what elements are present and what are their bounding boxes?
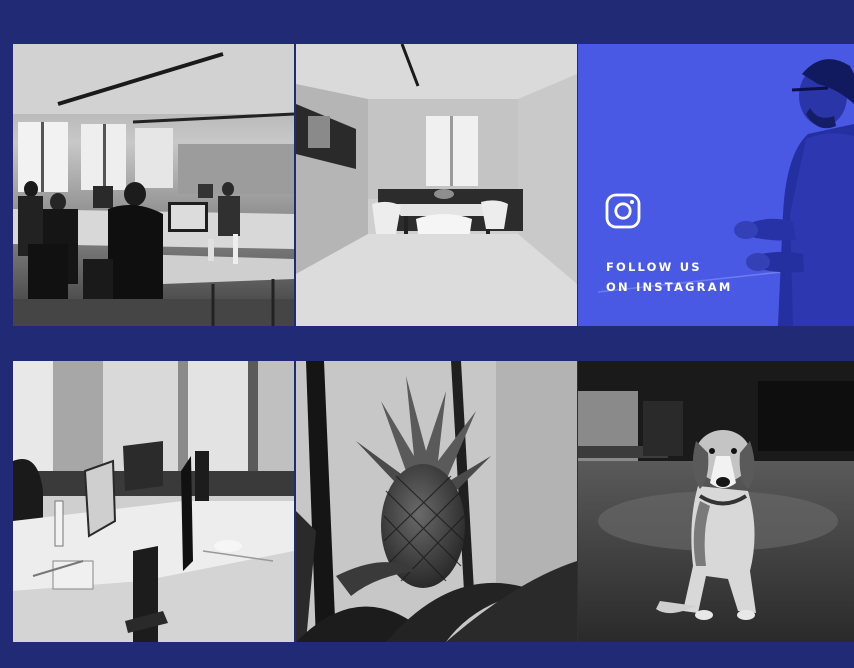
office-dog-image (578, 361, 854, 642)
meeting-room-image (296, 44, 577, 326)
instagram-follow-text: FOLLOW US ON INSTAGRAM (606, 257, 732, 297)
instagram-follow-card[interactable]: FOLLOW US ON INSTAGRAM (578, 44, 854, 326)
photo-office-team[interactable] (13, 44, 294, 326)
instagram-line-2: ON INSTAGRAM (606, 280, 733, 294)
instagram-line-1: FOLLOW US (606, 260, 702, 274)
office-team-image (13, 44, 294, 326)
photo-office-dog[interactable] (578, 361, 854, 642)
instagram-icon (605, 193, 641, 229)
photo-pineapple[interactable] (296, 361, 577, 642)
pineapple-image (296, 361, 577, 642)
photo-meeting-room[interactable] (296, 44, 577, 326)
photo-workstations[interactable] (13, 361, 294, 642)
workstations-image (13, 361, 294, 642)
